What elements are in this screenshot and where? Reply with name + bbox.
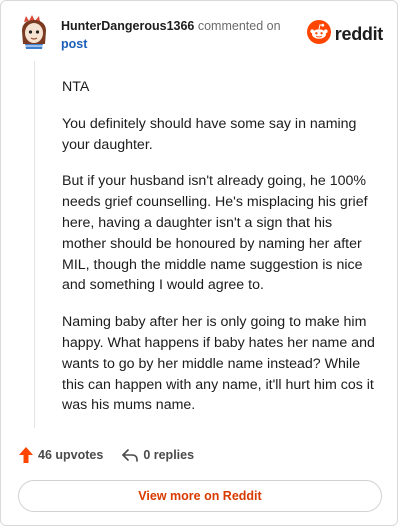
upvote-button[interactable]: 46 upvotes bbox=[18, 446, 103, 464]
reddit-logo[interactable]: reddit bbox=[306, 19, 384, 49]
comment-paragraph: But if your husband isn't already going,… bbox=[62, 173, 368, 294]
upvote-count: 46 upvotes bbox=[38, 448, 104, 462]
commented-on-text: commented on bbox=[197, 19, 281, 33]
comment-body: NTA You definitely should have some say … bbox=[62, 77, 380, 432]
upvote-arrow-icon bbox=[18, 446, 34, 464]
avatar-icon[interactable] bbox=[16, 13, 52, 49]
reply-count: 0 replies bbox=[143, 448, 195, 462]
reddit-logo-text: reddit bbox=[334, 23, 384, 44]
comment-paragraph: You definitely should have some say in n… bbox=[62, 115, 357, 153]
embedded-comment-card: HunterDangerous1366 commented on post re… bbox=[0, 0, 398, 526]
thread-line bbox=[34, 61, 35, 428]
comment-paragraph: NTA bbox=[62, 79, 90, 95]
reddit-logo-icon bbox=[306, 19, 331, 49]
comment-header: HunterDangerous1366 commented on post re… bbox=[16, 13, 383, 53]
comment-actions: 46 upvotes 0 replies bbox=[18, 445, 194, 465]
comment-meta: HunterDangerous1366 commented on post bbox=[61, 17, 281, 53]
replies-button[interactable]: 0 replies bbox=[121, 447, 194, 463]
view-more-button[interactable]: View more on Reddit bbox=[18, 480, 382, 512]
comment-paragraph: Naming baby after her is only going to m… bbox=[62, 314, 375, 414]
reply-arrow-icon bbox=[121, 447, 139, 463]
post-link[interactable]: post bbox=[61, 37, 87, 51]
author-name[interactable]: HunterDangerous1366 bbox=[61, 19, 194, 33]
